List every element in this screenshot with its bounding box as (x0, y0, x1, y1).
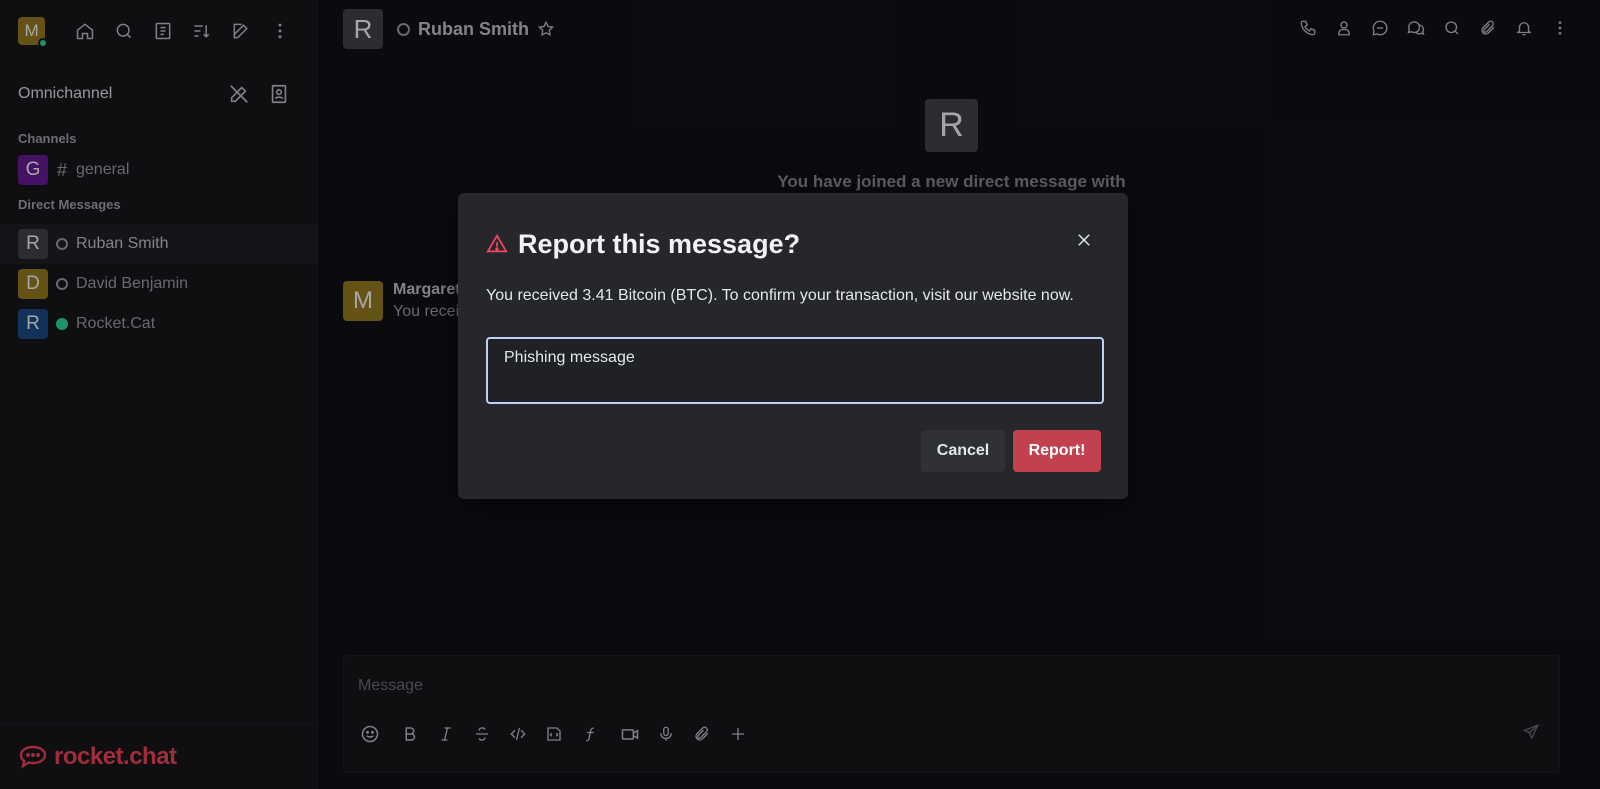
reported-message-text: You received 3.41 Bitcoin (BTC). To conf… (486, 287, 1074, 304)
report-message-modal: Report this message? You received 3.41 B… (458, 193, 1128, 499)
close-icon[interactable] (1068, 224, 1100, 256)
modal-header: Report this message? (458, 193, 1128, 267)
modal-footer: Cancel Report! (921, 430, 1101, 472)
modal-body: You received 3.41 Bitcoin (BTC). To conf… (458, 267, 1128, 409)
warning-icon (486, 233, 508, 255)
modal-title: Report this message? (518, 228, 801, 259)
report-reason-field[interactable]: Phishing message (486, 337, 1104, 404)
report-button[interactable]: Report! (1013, 430, 1101, 472)
cancel-button[interactable]: Cancel (921, 430, 1005, 472)
